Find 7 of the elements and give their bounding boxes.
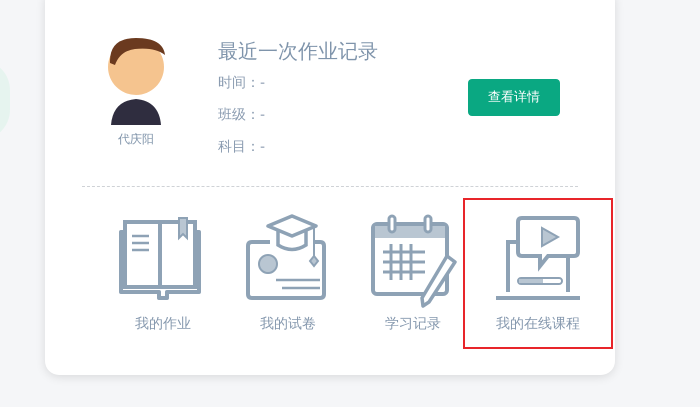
user-name: 代庆阳 xyxy=(118,131,154,148)
record-title: 最近一次作业记录 xyxy=(218,38,378,65)
view-details-button[interactable]: 查看详情 xyxy=(468,79,560,116)
record-field: 班级：- xyxy=(218,105,378,125)
record-field: 科目：- xyxy=(218,137,378,157)
record-field: 时间：- xyxy=(218,73,378,93)
shortcut-item[interactable]: 我的在线课程 xyxy=(463,198,613,349)
